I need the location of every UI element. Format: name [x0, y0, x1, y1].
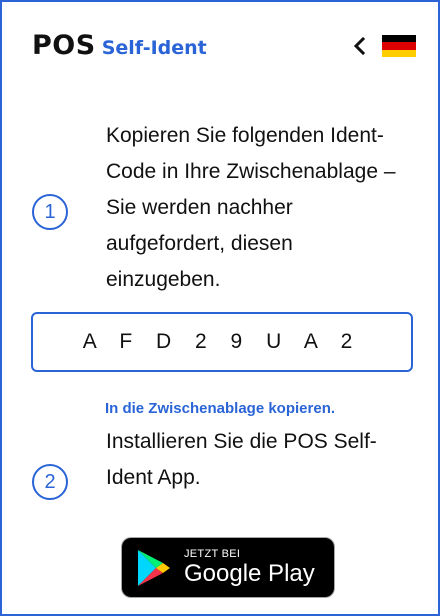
german-flag-icon[interactable] [382, 35, 416, 57]
step-number-2: 2 [32, 464, 68, 500]
header: POS Self-Ident [32, 30, 416, 66]
brand-logo: POS [32, 30, 96, 61]
google-play-badge[interactable]: JETZT BEI Google Play [121, 537, 335, 598]
badge-small-text: JETZT BEI [184, 547, 241, 560]
step-2: 2 Installieren Sie die POS Self-Ident Ap… [32, 424, 412, 500]
ident-code: A F D 2 9 U A 2 [82, 330, 362, 353]
badge-big-text: Google Play [184, 559, 315, 587]
badge-text: JETZT BEI Google Play [184, 548, 315, 588]
copy-to-clipboard-link[interactable]: In die Zwischenablage kopieren. [2, 400, 438, 417]
google-play-icon [138, 549, 170, 586]
step-1: 1 Kopieren Sie folgenden Ident-Code in I… [32, 118, 412, 298]
step-number-1: 1 [32, 194, 68, 230]
brand-subtitle: Self-Ident [101, 37, 207, 59]
step-1-text: Kopieren Sie folgenden Ident-Code in Ihr… [106, 124, 396, 291]
step-2-text: Installieren Sie die POS Self-Ident App. [106, 430, 377, 489]
ident-code-box[interactable]: A F D 2 9 U A 2 [31, 312, 413, 372]
header-actions [348, 32, 416, 60]
app-frame: POS Self-Ident 1 Kopieren Sie folgenden … [0, 0, 440, 616]
chevron-left-icon[interactable] [348, 32, 370, 60]
